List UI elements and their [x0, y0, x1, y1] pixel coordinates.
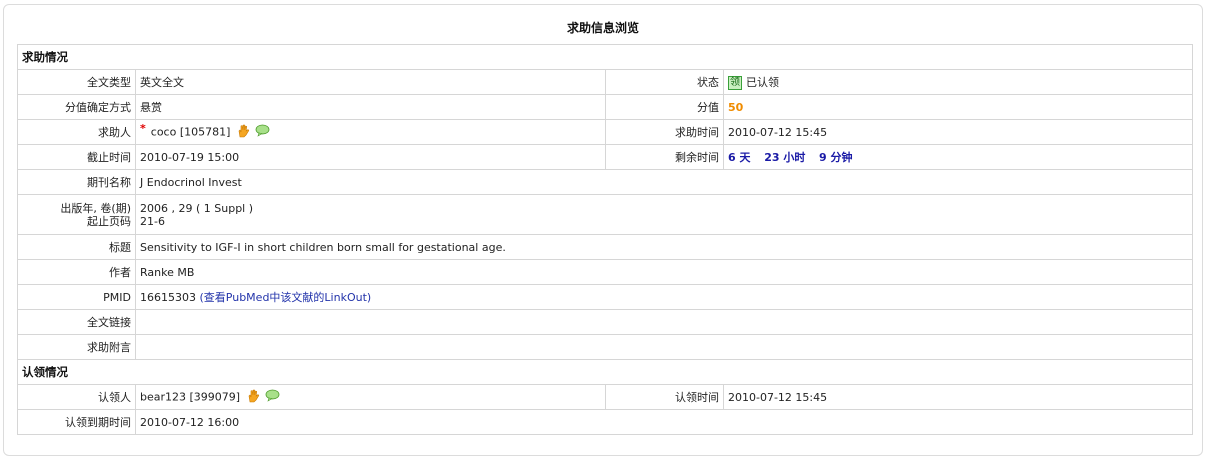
publication-value-line1: 2006 , 29 ( 1 Suppl ): [140, 201, 254, 215]
pmid-label: PMID: [17, 284, 136, 310]
request-detail-table: 求助情况 全文类型 英文全文 状态 领已认领 分值确定方式 悬赏 分值 50 求…: [17, 44, 1193, 435]
request-note-label: 求助附言: [17, 334, 136, 360]
table-row: 期刊名称 J Endocrinol Invest: [17, 169, 1193, 195]
section-title-claim: 认领情况: [17, 359, 1193, 385]
points-value: 50: [728, 100, 744, 114]
pubmed-linkout-link[interactable]: (查看PubMed中该文献的LinkOut): [200, 291, 372, 304]
publication-value: 2006 , 29 ( 1 Suppl ) 21-6: [135, 194, 1193, 235]
request-time-value: 2010-07-12 15:45: [723, 119, 1193, 145]
title-label: 标题: [17, 234, 136, 260]
publication-label-line1: 出版年, 卷(期): [60, 201, 131, 215]
claim-expire-label: 认领到期时间: [17, 409, 136, 435]
remaining-days-unit: 天: [739, 151, 751, 164]
fulltext-type-label: 全文类型: [17, 69, 136, 95]
author-label: 作者: [17, 259, 136, 285]
table-row: 分值确定方式 悬赏 分值 50: [17, 94, 1193, 120]
pmid-cell: 16615303 (查看PubMed中该文献的LinkOut): [135, 284, 1193, 310]
status-label: 状态: [605, 69, 724, 95]
page-title: 求助信息浏览: [566, 21, 639, 35]
section-header-claim: 认领情况: [17, 359, 1193, 385]
table-row: 作者 Ranke MB: [17, 259, 1193, 285]
journal-value: J Endocrinol Invest: [135, 169, 1193, 195]
title-value: Sensitivity to IGF-I in short children b…: [135, 234, 1193, 260]
hand-wave-icon[interactable]: [246, 389, 260, 406]
section-title-request: 求助情况: [17, 44, 1193, 70]
table-row: 认领到期时间 2010-07-12 16:00: [17, 409, 1193, 435]
claim-time-label: 认领时间: [605, 384, 724, 410]
publication-value-line2: 21-6: [140, 214, 165, 228]
table-row: 求助附言: [17, 334, 1193, 360]
pmid-value: 16615303: [140, 291, 196, 304]
publication-label: 出版年, 卷(期) 起止页码: [17, 194, 136, 235]
required-star: *: [140, 122, 146, 135]
hand-wave-icon[interactable]: [236, 124, 250, 141]
points-method-label: 分值确定方式: [17, 94, 136, 120]
points-label: 分值: [605, 94, 724, 120]
fulltext-type-value: 英文全文: [135, 69, 606, 95]
requester-link[interactable]: coco [105781]: [151, 125, 231, 138]
claimed-badge: 领: [728, 76, 742, 90]
journal-label: 期刊名称: [17, 169, 136, 195]
remaining-days: 6: [728, 151, 736, 164]
requester-cell: * coco [105781]: [135, 119, 606, 145]
speech-bubble-icon[interactable]: [255, 124, 270, 140]
status-value: 已认领: [746, 76, 779, 89]
remaining-minutes: 9: [819, 151, 827, 164]
requester-label: 求助人: [17, 119, 136, 145]
table-row: 认领人 bear123 [399079] 认领时间 2010-07-12 15:…: [17, 384, 1193, 410]
points-cell: 50: [723, 94, 1193, 120]
table-row: 全文链接: [17, 309, 1193, 335]
remaining-time-cell: 6 天 23 小时 9 分钟: [723, 144, 1193, 170]
speech-bubble-icon[interactable]: [265, 389, 280, 405]
remaining-hours: 23: [764, 151, 780, 164]
status-cell: 领已认领: [723, 69, 1193, 95]
request-detail-panel: 求助信息浏览 求助情况 全文类型 英文全文 状态 领已认领 分值确定方式 悬赏 …: [3, 4, 1203, 456]
author-value: Ranke MB: [135, 259, 1193, 285]
deadline-label: 截止时间: [17, 144, 136, 170]
claimer-cell: bear123 [399079]: [135, 384, 606, 410]
table-row: 全文类型 英文全文 状态 领已认领: [17, 69, 1193, 95]
claimer-link[interactable]: bear123 [399079]: [140, 390, 240, 403]
table-row: PMID 16615303 (查看PubMed中该文献的LinkOut): [17, 284, 1193, 310]
points-method-value: 悬赏: [135, 94, 606, 120]
remaining-time-label: 剩余时间: [605, 144, 724, 170]
deadline-value: 2010-07-19 15:00: [135, 144, 606, 170]
table-row: 求助人 * coco [105781] 求助时间 2010-07-12 15:45: [17, 119, 1193, 145]
remaining-hours-unit: 小时: [783, 151, 806, 164]
publication-label-line2: 起止页码: [87, 214, 131, 228]
section-header-request: 求助情况: [17, 44, 1193, 70]
table-row: 标题 Sensitivity to IGF-I in short childre…: [17, 234, 1193, 260]
fulltext-link-value: [135, 309, 1193, 335]
claim-time-value: 2010-07-12 15:45: [723, 384, 1193, 410]
fulltext-link-label: 全文链接: [17, 309, 136, 335]
claimer-label: 认领人: [17, 384, 136, 410]
request-time-label: 求助时间: [605, 119, 724, 145]
remaining-minutes-unit: 分钟: [830, 151, 853, 164]
claim-expire-value: 2010-07-12 16:00: [135, 409, 1193, 435]
request-note-value: [135, 334, 1193, 360]
table-row: 出版年, 卷(期) 起止页码 2006 , 29 ( 1 Suppl ) 21-…: [17, 194, 1193, 235]
table-row: 截止时间 2010-07-19 15:00 剩余时间 6 天 23 小时 9 分…: [17, 144, 1193, 170]
